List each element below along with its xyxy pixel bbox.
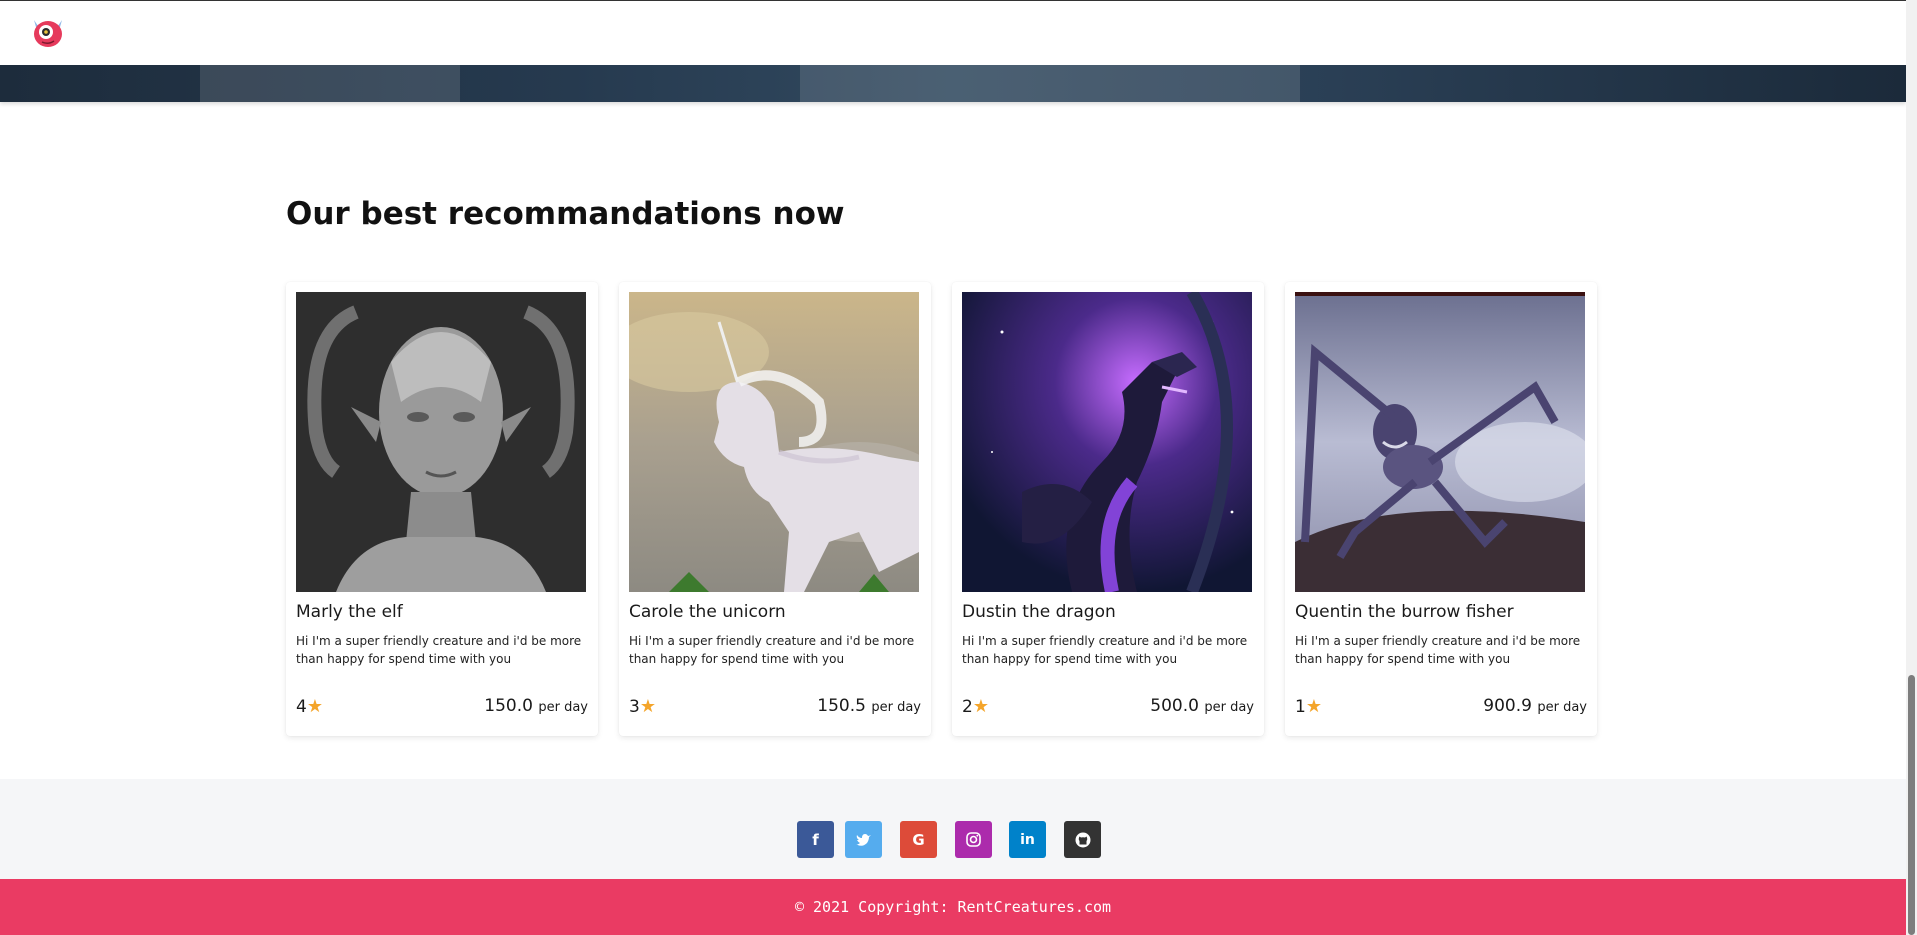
scrollbar[interactable]: [1906, 0, 1917, 935]
star-icon: ★: [639, 696, 656, 717]
google-icon[interactable]: G: [900, 821, 937, 858]
navbar: [0, 0, 1906, 65]
price-unit: per day: [1204, 700, 1254, 715]
price-value: 900.9: [1483, 696, 1532, 716]
rating-value: 4: [296, 697, 307, 717]
creature-image[interactable]: [296, 292, 586, 592]
creature-description: Hi I'm a super friendly creature and i'd…: [962, 634, 1248, 666]
star-icon: ★: [306, 696, 323, 717]
creature-name[interactable]: Quentin the burrow fisher: [1295, 602, 1514, 622]
creature-name[interactable]: Marly the elf: [296, 602, 403, 622]
rating: 2★: [962, 696, 989, 717]
price-value: 150.5: [817, 696, 866, 716]
rating: 1★: [1295, 696, 1322, 717]
price: 150.0 per day: [484, 696, 588, 716]
creature-card[interactable]: Quentin the burrow fisher Hi I'm a super…: [1285, 282, 1597, 736]
rating-value: 1: [1295, 697, 1306, 717]
copyright-text: © 2021 Copyright: RentCreatures.com: [794, 898, 1112, 916]
facebook-icon[interactable]: f: [797, 821, 834, 858]
price: 150.5 per day: [817, 696, 921, 716]
price-unit: per day: [871, 700, 921, 715]
footer: [0, 779, 1906, 879]
rating-value: 2: [962, 697, 973, 717]
creature-description: Hi I'm a super friendly creature and i'd…: [296, 634, 582, 666]
price-unit: per day: [1537, 700, 1587, 715]
creature-image[interactable]: [629, 292, 919, 592]
rating-value: 3: [629, 697, 640, 717]
creature-description: Hi I'm a super friendly creature and i'd…: [629, 634, 915, 666]
github-icon[interactable]: [1064, 821, 1101, 858]
price: 900.9 per day: [1483, 696, 1587, 716]
creature-card[interactable]: Marly the elf Hi I'm a super friendly cr…: [286, 282, 598, 736]
hero-banner-strip: [0, 65, 1906, 102]
star-icon: ★: [972, 696, 989, 717]
creature-name[interactable]: Carole the unicorn: [629, 602, 786, 622]
creature-name[interactable]: Dustin the dragon: [962, 602, 1116, 622]
creature-image[interactable]: [962, 292, 1252, 592]
rating: 3★: [629, 696, 656, 717]
twitter-icon[interactable]: [845, 821, 882, 858]
star-icon: ★: [1305, 696, 1322, 717]
monster-logo-icon[interactable]: [28, 14, 68, 50]
copyright-bar: © 2021 Copyright: RentCreatures.com: [0, 879, 1906, 935]
scrollbar-thumb[interactable]: [1908, 675, 1915, 935]
creature-card[interactable]: Carole the unicorn Hi I'm a super friend…: [619, 282, 931, 736]
price-value: 500.0: [1150, 696, 1199, 716]
price: 500.0 per day: [1150, 696, 1254, 716]
rating: 4★: [296, 696, 323, 717]
linkedin-icon[interactable]: in: [1009, 821, 1046, 858]
creature-card[interactable]: Dustin the dragon Hi I'm a super friendl…: [952, 282, 1264, 736]
section-title: Our best recommandations now: [286, 196, 845, 232]
price-unit: per day: [538, 700, 588, 715]
instagram-icon[interactable]: [955, 821, 992, 858]
creature-image[interactable]: [1295, 292, 1585, 592]
price-value: 150.0: [484, 696, 533, 716]
creature-description: Hi I'm a super friendly creature and i'd…: [1295, 634, 1581, 666]
